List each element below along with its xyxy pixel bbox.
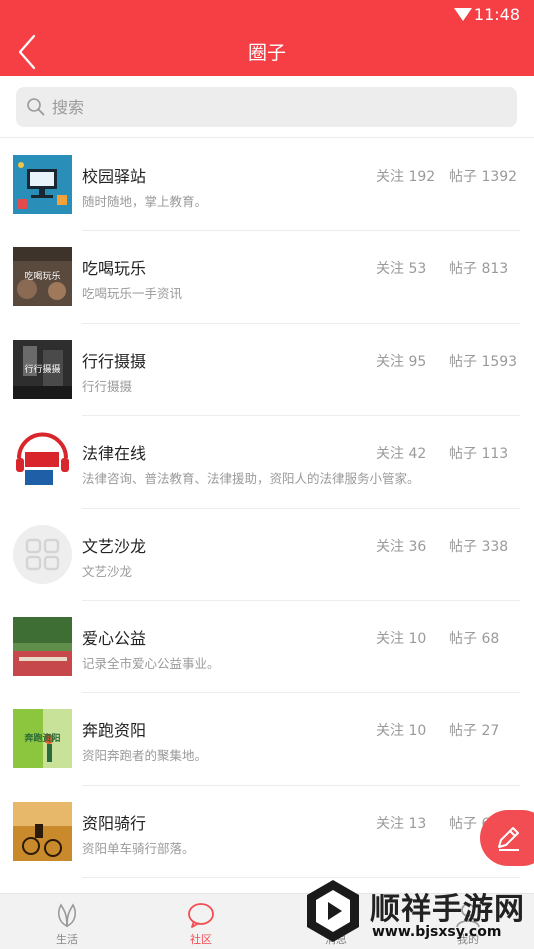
wifi-icon <box>454 8 472 21</box>
circle-item-ziyangqixing[interactable]: 资阳骑行 资阳单车骑行部落。 关注 13 帖子 6 <box>0 786 534 879</box>
header-bar: 11:48 圈子 <box>0 0 534 76</box>
circle-post-count: 帖子 68 <box>449 630 500 647</box>
circle-item-falvzaixian[interactable]: 法律在线 法律咨询、普法教育、法律援助，资阳人的法律服务小管家。 关注 42 帖… <box>0 416 534 509</box>
circle-follow-count: 关注 10 <box>376 723 427 740</box>
circle-post-count: 帖子 813 <box>449 261 509 278</box>
thumbnail-caption: 行行摄摄 <box>24 364 61 375</box>
leaf-icon <box>57 903 77 928</box>
circle-post-count: 帖子 27 <box>449 723 500 740</box>
circle-item-chihewanle[interactable]: 吃喝玩乐 吃喝玩乐 吃喝玩乐一手资讯 关注 53 帖子 813 <box>0 231 534 324</box>
circle-description: 法律咨询、普法教育、法律援助，资阳人的法律服务小管家。 <box>82 471 420 487</box>
circle-name: 吃喝玩乐 <box>82 259 147 279</box>
search-icon <box>27 98 45 116</box>
watermark-title: 顺祥手游网 <box>370 892 525 927</box>
nav-label: 社区 <box>190 933 212 946</box>
circle-name: 法律在线 <box>82 444 147 464</box>
page-title: 圈子 <box>247 42 286 64</box>
circle-thumbnail <box>13 524 72 584</box>
circle-follow-count: 关注 13 <box>376 815 427 832</box>
circle-thumbnail: 奔跑资阳 <box>13 709 72 769</box>
circle-post-count: 帖子 338 <box>449 538 509 555</box>
circle-item-benpaoziyang[interactable]: 奔跑资阳 奔跑资阳 资阳奔跑者的聚集地。 关注 10 帖子 27 <box>0 693 534 786</box>
circle-name: 爱心公益 <box>82 628 147 648</box>
thumbnail-caption: 奔跑资阳 <box>24 734 61 745</box>
circle-follow-count: 关注 36 <box>376 538 427 555</box>
search-input[interactable] <box>52 87 502 127</box>
circle-list: 校园驿站 随时随地，掌上教育。 关注 192 帖子 1392 吃喝玩乐 吃喝玩乐… <box>0 139 534 879</box>
thumbnail-caption: 吃喝玩乐 <box>24 272 61 283</box>
circle-follow-count: 关注 95 <box>376 353 427 370</box>
chat-bubble-icon <box>188 903 214 928</box>
circle-description: 随时随地，掌上教育。 <box>82 194 208 209</box>
circle-follow-count: 关注 42 <box>376 446 427 463</box>
circle-name: 行行摄摄 <box>82 351 147 371</box>
circle-thumbnail <box>13 155 72 214</box>
law-logo-icon <box>13 432 72 492</box>
circle-name: 文艺沙龙 <box>82 536 147 556</box>
app-screen: 11:48 圈子 搜索 校园驿站 随时随地，掌上教育。 关注 192 帖子 13… <box>0 0 534 949</box>
nav-item-community[interactable]: 社区 <box>161 894 241 949</box>
circle-item-aixingongyi[interactable]: 爱心公益 记录全市爱心公益事业。 关注 10 帖子 68 <box>0 601 534 694</box>
circle-item-wenyishalong[interactable]: 文艺沙龙 文艺沙龙 关注 36 帖子 338 <box>0 509 534 601</box>
nav-item-life[interactable]: 生活 <box>27 894 107 949</box>
circle-thumbnail: 吃喝玩乐 <box>13 247 72 307</box>
pencil-icon <box>498 827 519 851</box>
circle-follow-count: 关注 10 <box>376 630 427 647</box>
watermark: 顺祥手游网 www.bjsxsy.com <box>300 876 534 949</box>
search-bar <box>0 76 534 138</box>
nav-label: 生活 <box>56 933 78 946</box>
watermark-logo-icon <box>307 880 359 942</box>
circle-thumbnail <box>13 801 72 861</box>
circle-name: 校园驿站 <box>82 167 147 186</box>
circle-post-count: 帖子 1392 <box>449 169 518 185</box>
circle-item-xiaoyuanyizhan[interactable]: 校园驿站 随时随地，掌上教育。 关注 192 帖子 1392 <box>0 139 534 232</box>
search-box[interactable] <box>16 87 517 127</box>
circle-thumbnail <box>13 616 72 676</box>
circle-description: 资阳奔跑者的聚集地。 <box>82 748 208 764</box>
circle-name: 资阳骑行 <box>82 813 147 833</box>
compose-post-button[interactable] <box>480 810 534 866</box>
placeholder-grid-icon <box>13 524 72 584</box>
circle-post-count: 帖子 1593 <box>449 353 518 370</box>
circle-thumbnail <box>13 432 72 492</box>
watermark-url: www.bjsxsy.com <box>372 924 502 940</box>
circle-description: 吃喝玩乐一手资讯 <box>82 286 183 302</box>
circle-follow-count: 关注 53 <box>376 261 427 278</box>
circle-item-xingxingsheshe[interactable]: 行行摄摄 行行摄摄 行行摄摄 关注 95 帖子 1593 <box>0 324 534 417</box>
circle-thumbnail: 行行摄摄 <box>13 339 72 399</box>
circle-description: 记录全市爱心公益事业。 <box>82 655 220 671</box>
circle-description: 行行摄摄 <box>82 378 133 394</box>
status-time: 11:48 <box>473 5 520 24</box>
circle-post-count: 帖子 113 <box>449 446 509 463</box>
circle-follow-count: 关注 192 <box>376 169 436 185</box>
circle-description: 文艺沙龙 <box>82 563 133 579</box>
circle-name: 奔跑资阳 <box>82 721 147 741</box>
circle-description: 资阳单车骑行部落。 <box>82 840 195 856</box>
